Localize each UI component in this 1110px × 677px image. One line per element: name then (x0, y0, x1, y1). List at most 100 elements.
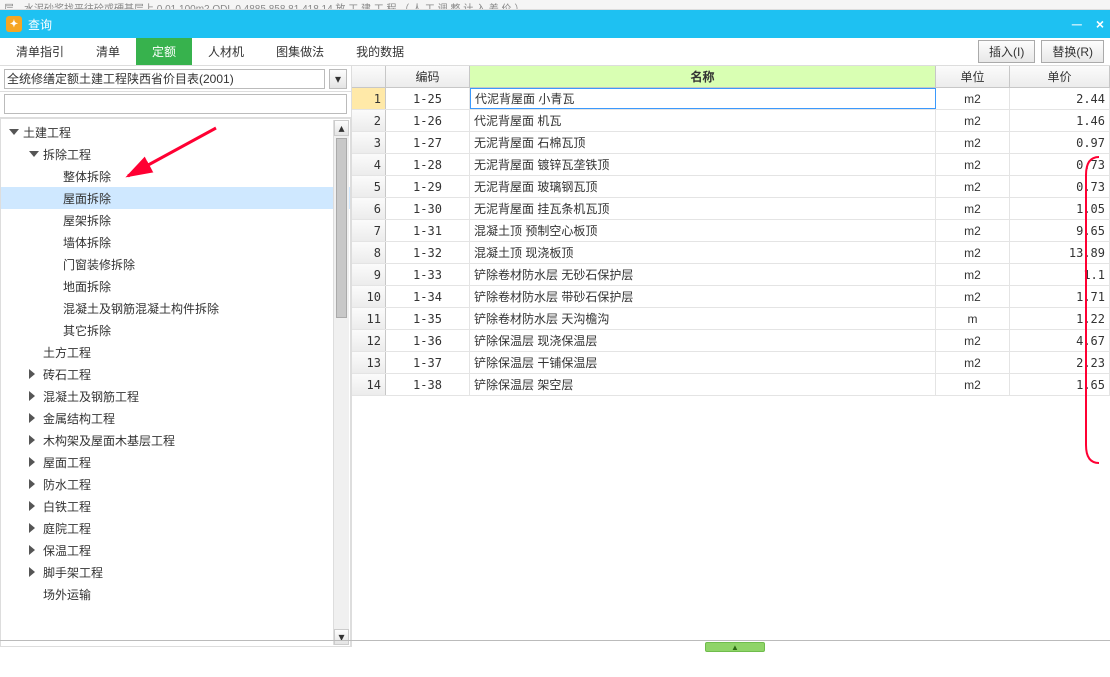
cell-unit[interactable]: m2 (936, 154, 1010, 175)
tree-expand-icon[interactable] (29, 391, 39, 401)
cell-price[interactable]: 2.23 (1010, 352, 1110, 373)
cell-unit[interactable]: m2 (936, 176, 1010, 197)
cell-name[interactable]: 混凝土顶 预制空心板顶 (470, 220, 936, 241)
tree-node-脚手架工程[interactable]: 脚手架工程 (1, 561, 350, 583)
tree-node-白铁工程[interactable]: 白铁工程 (1, 495, 350, 517)
tree-search-input[interactable] (4, 94, 347, 114)
header-name[interactable]: 名称 (470, 66, 936, 87)
cell-price[interactable]: 2.44 (1010, 88, 1110, 109)
minimize-button[interactable]: ─ (1072, 16, 1082, 32)
cell-unit[interactable]: m (936, 308, 1010, 329)
cell-name[interactable]: 无泥背屋面 挂瓦条机瓦顶 (470, 198, 936, 219)
tree-node-门窗装修拆除[interactable]: 门窗装修拆除 (1, 253, 350, 275)
cell-name[interactable]: 铲除保温层 现浇保温层 (470, 330, 936, 351)
tree-node-金属结构工程[interactable]: 金属结构工程 (1, 407, 350, 429)
cell-price[interactable]: 1.05 (1010, 198, 1110, 219)
grid-row[interactable]: 41-28无泥背屋面 镀锌瓦垄铁顶m20.73 (352, 154, 1110, 176)
cell-price[interactable]: 0.73 (1010, 176, 1110, 197)
replace-button[interactable]: 替换(R) (1041, 40, 1104, 63)
tree-node-土建工程[interactable]: 土建工程 (1, 121, 350, 143)
menu-人材机[interactable]: 人材机 (192, 38, 260, 65)
grid-body[interactable]: 11-25代泥背屋面 小青瓦m22.4421-26代泥背屋面 机瓦m21.463… (352, 88, 1110, 647)
cell-price[interactable]: 4.67 (1010, 330, 1110, 351)
cell-code[interactable]: 1-32 (386, 242, 470, 263)
cell-unit[interactable]: m2 (936, 88, 1010, 109)
cell-name[interactable]: 无泥背屋面 玻璃钢瓦顶 (470, 176, 936, 197)
cell-unit[interactable]: m2 (936, 286, 1010, 307)
cell-price[interactable]: 13.89 (1010, 242, 1110, 263)
cell-code[interactable]: 1-31 (386, 220, 470, 241)
scroll-thumb[interactable] (336, 138, 347, 318)
cell-unit[interactable]: m2 (936, 198, 1010, 219)
cell-code[interactable]: 1-37 (386, 352, 470, 373)
tree-node-整体拆除[interactable]: 整体拆除 (1, 165, 350, 187)
cell-name[interactable]: 铲除保温层 干铺保温层 (470, 352, 936, 373)
scroll-up-arrow-icon[interactable]: ▴ (334, 120, 349, 136)
tree-expand-icon[interactable] (29, 523, 39, 533)
tree-expand-icon[interactable] (29, 413, 39, 423)
tree-node-混凝土及钢筋混凝土构件拆除[interactable]: 混凝土及钢筋混凝土构件拆除 (1, 297, 350, 319)
grid-row[interactable]: 111-35铲除卷材防水层 天沟檐沟m1.22 (352, 308, 1110, 330)
grid-row[interactable]: 131-37铲除保温层 干铺保温层m22.23 (352, 352, 1110, 374)
tree-node-墙体拆除[interactable]: 墙体拆除 (1, 231, 350, 253)
cell-price[interactable]: 1.71 (1010, 286, 1110, 307)
cell-unit[interactable]: m2 (936, 264, 1010, 285)
cell-code[interactable]: 1-26 (386, 110, 470, 131)
cell-name[interactable]: 铲除卷材防水层 天沟檐沟 (470, 308, 936, 329)
cell-code[interactable]: 1-27 (386, 132, 470, 153)
tree-node-防水工程[interactable]: 防水工程 (1, 473, 350, 495)
cell-name[interactable]: 无泥背屋面 镀锌瓦垄铁顶 (470, 154, 936, 175)
tree-node-地面拆除[interactable]: 地面拆除 (1, 275, 350, 297)
catalog-select[interactable]: 全统修缮定额土建工程陕西省价目表(2001) (4, 69, 325, 89)
grid-row[interactable]: 61-30无泥背屋面 挂瓦条机瓦顶m21.05 (352, 198, 1110, 220)
tree-node-拆除工程[interactable]: 拆除工程 (1, 143, 350, 165)
grid-row[interactable]: 21-26代泥背屋面 机瓦m21.46 (352, 110, 1110, 132)
tree-node-混凝土及钢筋工程[interactable]: 混凝土及钢筋工程 (1, 385, 350, 407)
cell-name[interactable]: 混凝土顶 现浇板顶 (470, 242, 936, 263)
header-unit[interactable]: 单位 (936, 66, 1010, 87)
tree-expand-icon[interactable] (29, 369, 39, 379)
cell-name[interactable]: 铲除保温层 架空层 (470, 374, 936, 395)
cell-code[interactable]: 1-36 (386, 330, 470, 351)
tree-node-木构架及屋面木基层工程[interactable]: 木构架及屋面木基层工程 (1, 429, 350, 451)
tree-expand-icon[interactable] (29, 435, 39, 445)
cell-name[interactable]: 铲除卷材防水层 带砂石保护层 (470, 286, 936, 307)
grid-row[interactable]: 31-27无泥背屋面 石棉瓦顶m20.97 (352, 132, 1110, 154)
close-button[interactable]: × (1096, 16, 1104, 32)
cell-price[interactable]: 0.73 (1010, 154, 1110, 175)
cell-price[interactable]: 0.97 (1010, 132, 1110, 153)
cell-unit[interactable]: m2 (936, 110, 1010, 131)
grid-row[interactable]: 101-34铲除卷材防水层 带砂石保护层m21.71 (352, 286, 1110, 308)
cell-price[interactable]: 1.46 (1010, 110, 1110, 131)
tree-scrollbar[interactable]: ▴ ▾ (333, 120, 349, 645)
cell-unit[interactable]: m2 (936, 352, 1010, 373)
insert-button[interactable]: 插入(I) (978, 40, 1035, 63)
grid-row[interactable]: 91-33铲除卷材防水层 无砂石保护层m21.1 (352, 264, 1110, 286)
grid-row[interactable]: 121-36铲除保温层 现浇保温层m24.67 (352, 330, 1110, 352)
cell-name[interactable]: 代泥背屋面 小青瓦 (470, 88, 936, 109)
tree-node-其它拆除[interactable]: 其它拆除 (1, 319, 350, 341)
tree-expand-icon[interactable] (29, 457, 39, 467)
catalog-dropdown-icon[interactable]: ▾ (329, 69, 347, 89)
cell-code[interactable]: 1-35 (386, 308, 470, 329)
cell-code[interactable]: 1-29 (386, 176, 470, 197)
cell-name[interactable]: 铲除卷材防水层 无砂石保护层 (470, 264, 936, 285)
cell-name[interactable]: 代泥背屋面 机瓦 (470, 110, 936, 131)
cell-unit[interactable]: m2 (936, 132, 1010, 153)
cell-code[interactable]: 1-25 (386, 88, 470, 109)
cell-price[interactable]: 1.1 (1010, 264, 1110, 285)
cell-code[interactable]: 1-33 (386, 264, 470, 285)
cell-name[interactable]: 无泥背屋面 石棉瓦顶 (470, 132, 936, 153)
grid-row[interactable]: 81-32混凝土顶 现浇板顶m213.89 (352, 242, 1110, 264)
cell-unit[interactable]: m2 (936, 330, 1010, 351)
grid-row[interactable]: 11-25代泥背屋面 小青瓦m22.44 (352, 88, 1110, 110)
grid-row[interactable]: 141-38铲除保温层 架空层m21.65 (352, 374, 1110, 396)
panel-collapse-handle[interactable]: ▲ (705, 642, 765, 652)
cell-code[interactable]: 1-38 (386, 374, 470, 395)
header-price[interactable]: 单价 (1010, 66, 1110, 87)
tree-expand-icon[interactable] (9, 129, 19, 139)
tree-expand-icon[interactable] (29, 479, 39, 489)
tree-node-场外运输[interactable]: 场外运输 (1, 583, 350, 605)
tree-expand-icon[interactable] (29, 567, 39, 577)
menu-我的数据[interactable]: 我的数据 (340, 38, 420, 65)
